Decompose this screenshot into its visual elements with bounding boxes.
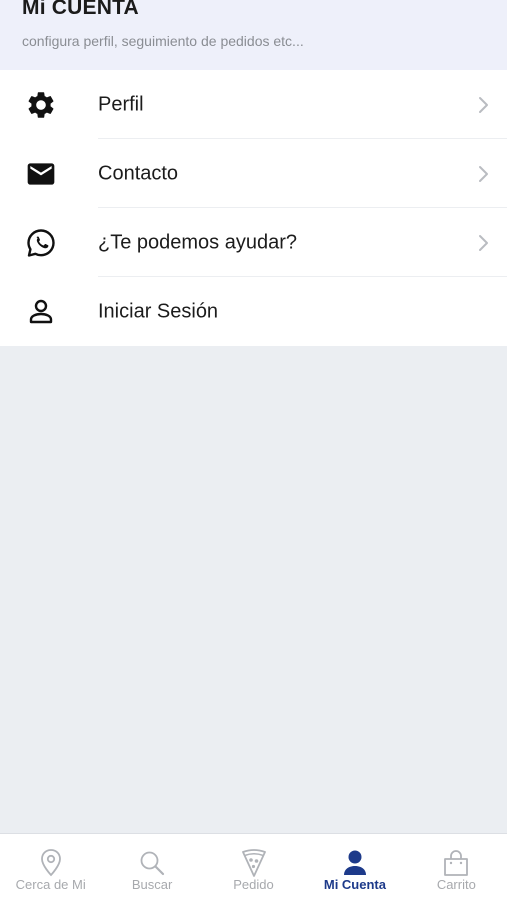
menu-item-perfil[interactable]: Perfil bbox=[0, 70, 507, 139]
chevron-right-icon bbox=[477, 95, 491, 115]
page-title: Mi CUENTA bbox=[22, 0, 139, 19]
menu-item-label: ¿Te podemos ayudar? bbox=[98, 231, 298, 253]
account-icon bbox=[340, 848, 370, 878]
gear-icon bbox=[24, 88, 58, 122]
tab-mi-cuenta[interactable]: Mi Cuenta bbox=[304, 834, 405, 900]
tab-label: Carrito bbox=[436, 877, 476, 892]
location-pin-icon bbox=[36, 848, 66, 878]
tab-label: Pedido bbox=[233, 877, 274, 892]
tab-buscar[interactable]: Buscar bbox=[101, 834, 202, 900]
tab-cerca-de-mi[interactable]: Cerca de Mi bbox=[0, 834, 101, 900]
menu-item-label: Iniciar Sesión bbox=[98, 300, 219, 322]
chevron-right-icon bbox=[477, 233, 491, 253]
bottom-tab-bar: Cerca de Mi Buscar Pedido Mi Cuenta Carr… bbox=[0, 833, 507, 900]
menu-item-ayuda[interactable]: ¿Te podemos ayudar? bbox=[0, 208, 507, 277]
user-icon bbox=[24, 295, 58, 329]
menu-item-iniciar-sesion[interactable]: Iniciar Sesión bbox=[0, 277, 507, 346]
search-icon bbox=[137, 848, 167, 878]
pizza-slice-icon bbox=[239, 848, 269, 878]
tab-pedido[interactable]: Pedido bbox=[203, 834, 304, 900]
shopping-bag-icon bbox=[441, 848, 471, 878]
menu-item-label: Contacto bbox=[98, 162, 179, 184]
tab-carrito[interactable]: Carrito bbox=[406, 834, 507, 900]
chevron-right-icon bbox=[477, 164, 491, 184]
tab-label: Cerca de Mi bbox=[15, 877, 86, 892]
menu-item-contacto[interactable]: Contacto bbox=[0, 139, 507, 208]
whatsapp-icon bbox=[24, 226, 58, 260]
account-menu: Perfil Contacto ¿Te podemos ayudar? Inic… bbox=[0, 70, 507, 346]
page-header: Mi CUENTA configura perfil, seguimiento … bbox=[0, 0, 507, 70]
envelope-icon bbox=[24, 157, 58, 191]
tab-label: Buscar bbox=[131, 877, 173, 892]
page-subtitle: configura perfil, seguimiento de pedidos… bbox=[22, 33, 304, 49]
menu-item-label: Perfil bbox=[98, 93, 144, 115]
tab-label: Mi Cuenta bbox=[323, 877, 386, 892]
